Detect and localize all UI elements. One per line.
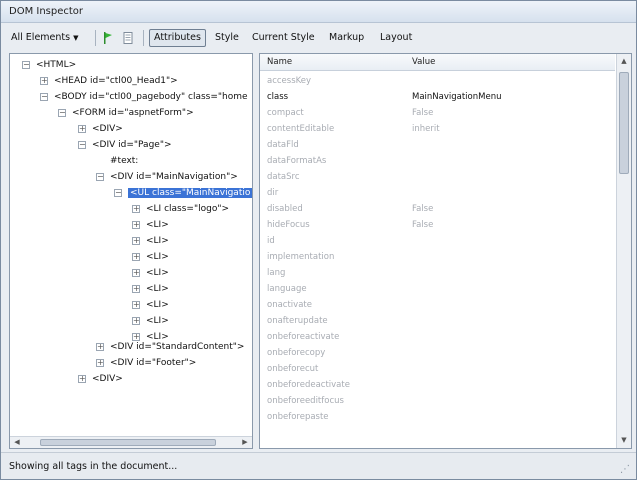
expand-icon[interactable]: + — [78, 375, 86, 383]
scrollbar-thumb[interactable] — [619, 72, 629, 174]
collapse-icon[interactable]: − — [78, 141, 86, 149]
vertical-scrollbar[interactable]: ▲ ▼ — [616, 54, 631, 448]
attribute-row[interactable]: onbeforedeactivate — [260, 377, 615, 393]
tree-node[interactable]: + <DIV id="StandardContent"> — [96, 339, 244, 355]
tab-current-style[interactable]: Current Style — [248, 29, 319, 47]
tree-node[interactable]: + <LI> — [132, 249, 169, 265]
expand-icon[interactable]: + — [96, 343, 104, 351]
column-name-header[interactable]: Name — [267, 57, 292, 67]
element-filter-dropdown[interactable]: All Elements ▼ — [7, 29, 82, 47]
tree-node[interactable]: − <DIV id="Page"> — [78, 137, 172, 153]
attribute-row[interactable]: implementation — [260, 249, 615, 265]
attribute-row[interactable]: onbeforeactivate — [260, 329, 615, 345]
dom-tree-panel: − <HTML> + <HEAD id="ctl00_Head1"> − <BO… — [9, 53, 253, 449]
tab-attributes[interactable]: Attributes — [149, 29, 206, 47]
expand-icon[interactable]: + — [132, 253, 140, 261]
title-bar: DOM Inspector — [1, 1, 636, 23]
tab-style[interactable]: Style — [211, 29, 243, 47]
attribute-row[interactable]: dataFld — [260, 137, 615, 153]
flag-icon[interactable] — [103, 32, 113, 44]
toolbar-separator — [143, 30, 144, 46]
chevron-down-icon: ▼ — [73, 34, 79, 42]
scroll-up-icon[interactable]: ▲ — [619, 56, 629, 67]
element-filter-label: All Elements — [11, 32, 71, 43]
collapse-icon[interactable]: − — [58, 109, 66, 117]
attribute-row[interactable]: disabled False — [260, 201, 615, 217]
window-title: DOM Inspector — [9, 6, 84, 17]
column-value-header[interactable]: Value — [412, 57, 435, 67]
attribute-row[interactable]: accessKey — [260, 73, 615, 89]
status-text: Showing all tags in the document... — [9, 461, 178, 472]
attribute-row[interactable]: lang — [260, 265, 615, 281]
attribute-row[interactable]: class MainNavigationMenu — [260, 89, 615, 105]
tree-node[interactable]: + <LI> — [132, 297, 169, 313]
attributes-table-header: Name Value — [260, 54, 615, 71]
tree-node[interactable]: + <LI> — [132, 313, 169, 329]
tree-node[interactable]: − <FORM id="aspnetForm"> — [58, 105, 194, 121]
page-icon[interactable] — [123, 32, 133, 44]
attribute-row[interactable]: contentEditable inherit — [260, 121, 615, 137]
horizontal-scrollbar[interactable]: ◀ ▶ — [10, 436, 252, 448]
tree-node[interactable]: − <BODY id="ctl00_pagebody" class="home — [40, 89, 248, 105]
attribute-row[interactable]: onbeforecopy — [260, 345, 615, 361]
scroll-down-icon[interactable]: ▼ — [619, 435, 629, 446]
expand-icon[interactable]: + — [40, 77, 48, 85]
toolbar: All Elements ▼ Attributes Style Current S… — [7, 27, 629, 49]
tree-node[interactable]: − <DIV id="MainNavigation"> — [96, 169, 238, 185]
collapse-icon[interactable]: − — [114, 189, 122, 197]
expand-icon[interactable]: + — [132, 317, 140, 325]
attribute-row[interactable]: onactivate — [260, 297, 615, 313]
attribute-row[interactable]: onbeforeeditfocus — [260, 393, 615, 409]
tree-node-selected[interactable]: − <UL class="MainNavigatio — [114, 185, 252, 201]
collapse-icon[interactable]: − — [22, 61, 30, 69]
dom-inspector-window: DOM Inspector All Elements ▼ Attributes S… — [0, 0, 637, 480]
scroll-left-icon[interactable]: ◀ — [12, 437, 22, 448]
tree-node[interactable]: + <DIV id="Footer"> — [96, 355, 196, 371]
tree-node[interactable]: + <LI> — [132, 233, 169, 249]
expand-icon[interactable]: + — [78, 125, 86, 133]
expand-icon[interactable]: + — [132, 205, 140, 213]
attribute-row[interactable]: onbeforecut — [260, 361, 615, 377]
expand-icon[interactable]: + — [132, 285, 140, 293]
attribute-row[interactable]: dataSrc — [260, 169, 615, 185]
attribute-row[interactable]: language — [260, 281, 615, 297]
attribute-row[interactable]: dataFormatAs — [260, 153, 615, 169]
scrollbar-thumb[interactable] — [40, 439, 216, 446]
status-bar: Showing all tags in the document... ⋰ — [1, 452, 636, 479]
tree-node[interactable]: + <LI> — [132, 281, 169, 297]
collapse-icon[interactable]: − — [40, 93, 48, 101]
toolbar-separator — [95, 30, 96, 46]
attribute-row[interactable]: hideFocus False — [260, 217, 615, 233]
tree-node[interactable]: + <DIV> — [78, 121, 123, 137]
attribute-row[interactable]: compact False — [260, 105, 615, 121]
resize-grip-icon[interactable]: ⋰ — [620, 464, 632, 476]
expand-icon[interactable]: + — [132, 237, 140, 245]
expand-icon[interactable]: + — [132, 269, 140, 277]
attribute-row[interactable]: id — [260, 233, 615, 249]
attribute-row[interactable]: onafterupdate — [260, 313, 615, 329]
tree-node[interactable]: #text: — [96, 153, 138, 169]
tab-layout[interactable]: Layout — [376, 29, 416, 47]
tree-node[interactable]: + <LI> — [132, 217, 169, 233]
tab-markup[interactable]: Markup — [325, 29, 368, 47]
attribute-row[interactable]: dir — [260, 185, 615, 201]
tree-node[interactable]: + <DIV> — [78, 371, 123, 387]
attribute-row[interactable]: onbeforepaste — [260, 409, 615, 425]
attributes-panel: Name Value accessKey class MainNavigatio… — [259, 53, 632, 449]
scroll-right-icon[interactable]: ▶ — [240, 437, 250, 448]
expand-icon[interactable]: + — [96, 359, 104, 367]
expand-icon[interactable]: + — [132, 301, 140, 309]
tree-node[interactable]: − <HTML> — [22, 57, 76, 73]
tree-node[interactable]: + <LI class="logo"> — [132, 201, 229, 217]
collapse-icon[interactable]: − — [96, 173, 104, 181]
expand-icon[interactable]: + — [132, 221, 140, 229]
tree-node[interactable]: + <LI> — [132, 265, 169, 281]
tree-node[interactable]: + <HEAD id="ctl00_Head1"> — [40, 73, 178, 89]
